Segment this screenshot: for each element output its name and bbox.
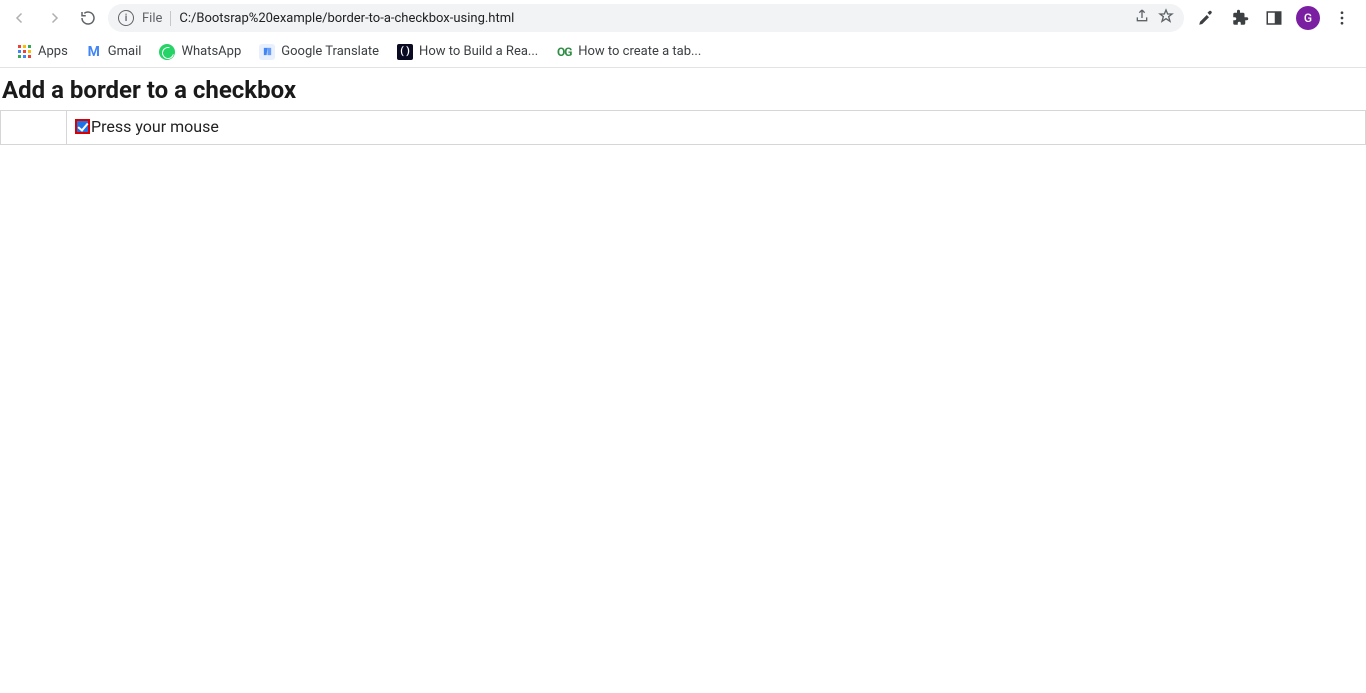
bookmark-label: Apps	[38, 44, 68, 59]
bookmark-label: How to Build a Rea...	[419, 44, 538, 59]
browser-toolbar: i File C:/Bootsrap%20example/border-to-a…	[0, 0, 1366, 36]
table-row: Press your mouse	[1, 111, 1366, 145]
page-title: Add a border to a checkbox	[0, 68, 1366, 110]
bookmark-geeksforgeeks[interactable]: OG How to create a tab...	[550, 40, 707, 64]
bookmark-freecodecamp[interactable]: ( ) How to Build a Rea...	[391, 40, 544, 64]
checkbox-label: Press your mouse	[91, 117, 219, 136]
bookmark-apps[interactable]: Apps	[10, 40, 74, 64]
avatar-initial: G	[1304, 11, 1312, 25]
extensions-icon[interactable]	[1228, 6, 1252, 30]
bookmarks-bar: Apps M Gmail WhatsApp Google Translate (…	[0, 36, 1366, 68]
side-panel-icon[interactable]	[1262, 6, 1286, 30]
apps-grid-icon	[16, 44, 32, 60]
profile-avatar[interactable]: G	[1296, 6, 1320, 30]
freecodecamp-icon: ( )	[397, 44, 413, 60]
forward-button[interactable]	[40, 4, 68, 32]
gmail-icon: M	[86, 44, 102, 60]
reload-button[interactable]	[74, 4, 102, 32]
address-bar[interactable]: i File C:/Bootsrap%20example/border-to-a…	[108, 4, 1184, 32]
bookmark-google-translate[interactable]: Google Translate	[253, 40, 385, 64]
site-info-icon[interactable]: i	[118, 10, 134, 26]
reload-icon	[79, 9, 97, 27]
bookmark-whatsapp[interactable]: WhatsApp	[153, 40, 247, 64]
table-cell-content: Press your mouse	[67, 111, 1366, 145]
share-icon[interactable]	[1134, 8, 1150, 28]
bookmark-label: How to create a tab...	[578, 44, 701, 59]
file-origin-chip: File	[142, 11, 171, 26]
bookmark-star-icon[interactable]	[1158, 8, 1174, 28]
google-translate-icon	[259, 44, 275, 60]
toolbar-right-icons: G	[1190, 6, 1360, 30]
arrow-right-icon	[45, 9, 63, 27]
table-cell-pad	[1, 111, 67, 145]
bookmark-label: WhatsApp	[181, 44, 241, 59]
arrow-left-icon	[11, 9, 29, 27]
back-button[interactable]	[6, 4, 34, 32]
bookmark-label: Google Translate	[281, 44, 379, 59]
chrome-menu-icon[interactable]	[1330, 6, 1354, 30]
page-content: Add a border to a checkbox Press your mo…	[0, 68, 1366, 145]
eyedropper-icon[interactable]	[1194, 6, 1218, 30]
demo-checkbox[interactable]	[75, 119, 90, 134]
whatsapp-icon	[159, 44, 175, 60]
bookmark-gmail[interactable]: M Gmail	[80, 40, 148, 64]
bookmark-label: Gmail	[108, 44, 142, 59]
demo-table: Press your mouse	[0, 110, 1366, 145]
url-text: C:/Bootsrap%20example/border-to-a-checkb…	[179, 11, 514, 26]
geeksforgeeks-icon: OG	[556, 44, 572, 60]
checkbox-wrapper: Press your mouse	[75, 117, 219, 136]
